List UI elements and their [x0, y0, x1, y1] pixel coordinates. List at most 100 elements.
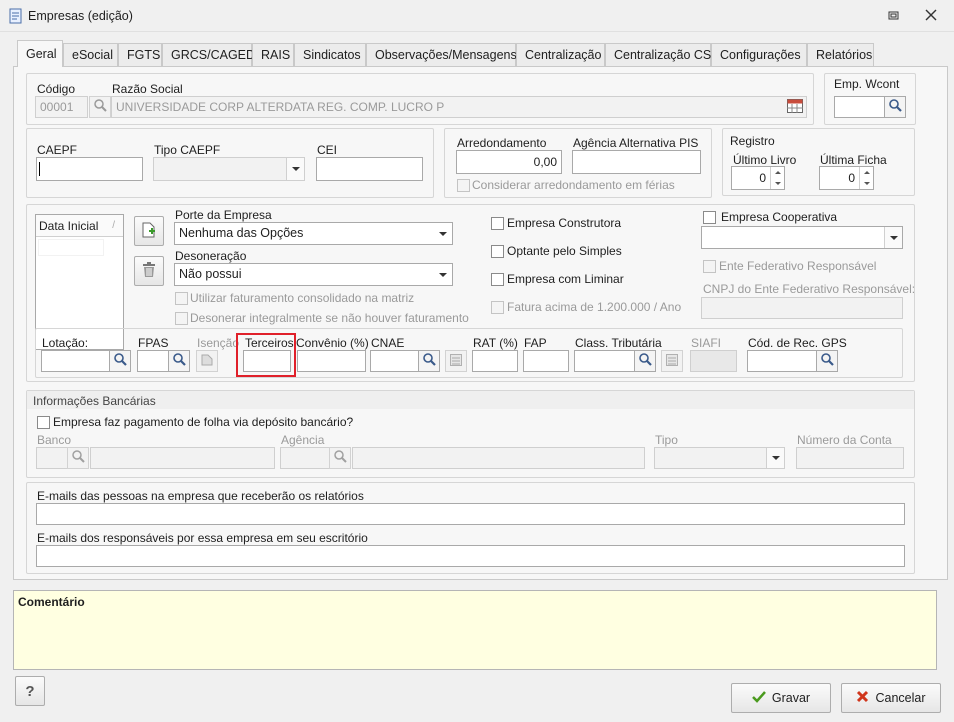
- class-tributaria-search-button[interactable]: [634, 350, 656, 372]
- siafi-field[interactable]: [690, 350, 737, 372]
- agencia-field[interactable]: [280, 447, 330, 469]
- search-icon: [172, 353, 186, 369]
- isencao-button[interactable]: [196, 350, 218, 372]
- convenio-field[interactable]: [297, 350, 366, 372]
- search-icon: [422, 353, 436, 369]
- tipo-select[interactable]: [654, 447, 785, 469]
- banco-search-button[interactable]: [67, 447, 89, 469]
- gravar-button[interactable]: Gravar: [731, 683, 831, 713]
- ultima-ficha-value: 0: [848, 171, 855, 185]
- list-icon: [450, 353, 462, 369]
- deposito-label: Empresa faz pagamento de folha via depós…: [53, 415, 354, 429]
- chevron-down-icon[interactable]: [434, 264, 452, 285]
- class-tributaria-list-button[interactable]: [661, 350, 683, 372]
- search-icon: [113, 353, 127, 369]
- agencia-label: Agência: [281, 433, 325, 447]
- chevron-down-icon[interactable]: [434, 223, 452, 244]
- banco-label: Banco: [37, 433, 72, 447]
- class-tributaria-field[interactable]: [574, 350, 636, 372]
- add-row-button[interactable]: [134, 216, 164, 246]
- tab-centralizacao[interactable]: Centralização: [516, 43, 605, 66]
- cooperativa-checkbox[interactable]: [703, 211, 716, 224]
- tab-sindicatos[interactable]: Sindicatos: [294, 43, 366, 66]
- close-icon[interactable]: [925, 9, 937, 21]
- cooperativa-label: Empresa Cooperativa: [721, 210, 838, 224]
- fat-consolidado-checkbox[interactable]: [175, 292, 188, 305]
- agencia-pis-field[interactable]: [572, 150, 701, 174]
- tipo-caepf-label: Tipo CAEPF: [154, 143, 221, 157]
- codigo-field[interactable]: 00001: [35, 96, 88, 118]
- construtora-checkbox[interactable]: [491, 217, 504, 230]
- deposito-checkbox[interactable]: [37, 416, 50, 429]
- table-row[interactable]: [39, 240, 103, 255]
- fpas-search-button[interactable]: [168, 350, 190, 372]
- razao-social-field[interactable]: UNIVERSIDADE CORP ALTERDATA REG. COMP. L…: [111, 96, 807, 118]
- tipo-caepf-select[interactable]: [153, 157, 305, 181]
- cnae-label: CNAE: [371, 336, 405, 350]
- fpas-field[interactable]: [137, 350, 169, 372]
- cnae-list-button[interactable]: [445, 350, 467, 372]
- tab-grcs-caged[interactable]: GRCS/CAGED: [162, 43, 255, 66]
- rat-field[interactable]: [472, 350, 518, 372]
- tab-relatorios[interactable]: Relatórios: [807, 43, 874, 66]
- title-bar: Empresas (edição): [0, 0, 954, 32]
- agencia-search-button[interactable]: [329, 447, 351, 469]
- liminar-checkbox[interactable]: [491, 273, 504, 286]
- cod-gps-search-button[interactable]: [816, 350, 838, 372]
- cnpj-ente-field[interactable]: [701, 297, 903, 319]
- delete-row-button[interactable]: [134, 256, 164, 286]
- help-button[interactable]: ?: [15, 676, 45, 706]
- desonerar-integral-checkbox[interactable]: [175, 312, 188, 325]
- help-label: ?: [25, 682, 35, 700]
- emails-relatorios-field[interactable]: [36, 503, 905, 525]
- chevron-down-icon: [291, 167, 300, 171]
- arredondamento-field[interactable]: 0,00: [456, 150, 562, 174]
- cnae-search-button[interactable]: [418, 350, 440, 372]
- restore-icon[interactable]: [888, 10, 900, 20]
- simples-checkbox[interactable]: [491, 245, 504, 258]
- banco-nome-field[interactable]: [90, 447, 275, 469]
- tab-fgts[interactable]: FGTS: [118, 43, 162, 66]
- fat-consolidado-label: Utilizar faturamento consolidado na matr…: [190, 291, 415, 305]
- desonerar-integral-label: Desonerar integralmente se não houver fa…: [190, 311, 469, 325]
- ferias-checkbox[interactable]: [457, 179, 470, 192]
- ente-federativo-checkbox[interactable]: [703, 260, 716, 273]
- lotacao-field[interactable]: [41, 350, 110, 372]
- emails-responsaveis-field[interactable]: [36, 545, 905, 567]
- fatura-checkbox[interactable]: [491, 301, 504, 314]
- tab-geral[interactable]: Geral: [17, 40, 63, 67]
- app-icon: [9, 8, 23, 24]
- agencia-nome-field[interactable]: [352, 447, 645, 469]
- bancarias-header-bar: [27, 391, 914, 409]
- desoneracao-select[interactable]: Não possui: [174, 263, 453, 286]
- cod-gps-field[interactable]: [747, 350, 817, 372]
- cei-field[interactable]: [316, 157, 423, 181]
- tab-esocial[interactable]: eSocial: [63, 43, 118, 66]
- banco-field[interactable]: [36, 447, 68, 469]
- comentario-area[interactable]: Comentário: [13, 590, 937, 670]
- tab-centralizacao-cs[interactable]: Centralização CS: [605, 43, 711, 66]
- siafi-label: SIAFI: [691, 336, 722, 350]
- fap-field[interactable]: [523, 350, 569, 372]
- tab-observacoes-mensagens[interactable]: Observações/Mensagens: [366, 43, 517, 66]
- conta-field[interactable]: [796, 447, 904, 469]
- cancelar-button[interactable]: Cancelar: [841, 683, 941, 713]
- tab-configuracoes[interactable]: Configurações: [711, 43, 807, 66]
- data-inicial-header[interactable]: Data Inicial /: [36, 215, 123, 237]
- search-icon: [333, 450, 347, 466]
- lotacao-search-button[interactable]: [109, 350, 131, 372]
- wcont-search-button[interactable]: [884, 96, 906, 118]
- porte-label: Porte da Empresa: [175, 208, 272, 222]
- ultima-ficha-spinner[interactable]: 0: [819, 166, 874, 190]
- tab-rais[interactable]: RAIS: [252, 43, 294, 66]
- cnae-field[interactable]: [370, 350, 420, 372]
- porte-select[interactable]: Nenhuma das Opções: [174, 222, 453, 245]
- caepf-field[interactable]: [36, 157, 143, 181]
- arredondamento-label: Arredondamento: [457, 136, 547, 150]
- search-icon: [888, 99, 902, 115]
- codigo-search-button[interactable]: [89, 96, 111, 118]
- razao-social-grid-button[interactable]: [784, 97, 806, 117]
- ultimo-livro-spinner[interactable]: 0: [731, 166, 785, 190]
- wcont-field[interactable]: [834, 96, 886, 118]
- cooperativa-select[interactable]: [701, 226, 903, 249]
